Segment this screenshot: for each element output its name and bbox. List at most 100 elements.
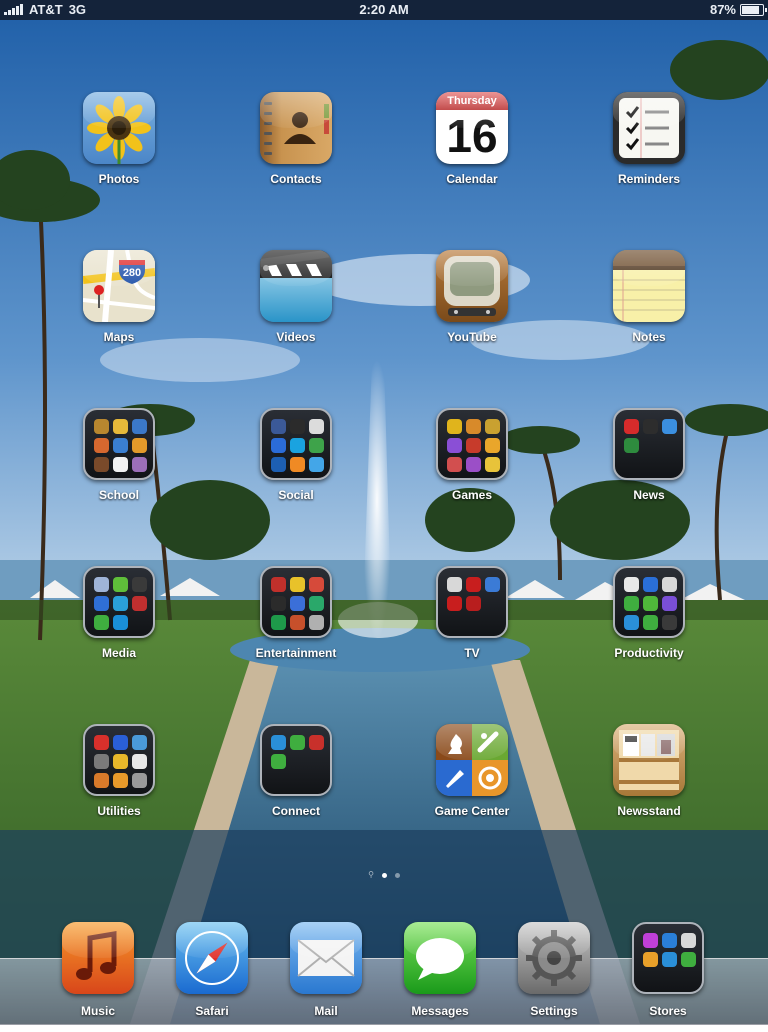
- app-reminders[interactable]: Reminders: [589, 92, 709, 202]
- folder-mini-app-icon: [271, 457, 286, 472]
- dock-label: Messages: [411, 1004, 469, 1018]
- folder-mini-app-icon: [290, 457, 305, 472]
- dock-safari[interactable]: Safari: [152, 922, 272, 1032]
- app-photos[interactable]: Photos: [59, 92, 179, 202]
- folder-label: News: [633, 488, 665, 502]
- app-videos[interactable]: Videos: [236, 250, 356, 360]
- folder-mini-app-icon: [447, 596, 462, 611]
- mail-icon: [290, 922, 362, 994]
- folder-mini-app-icon: [466, 419, 481, 434]
- battery-icon: [740, 3, 767, 16]
- folder-mini-app-icon: [662, 615, 677, 630]
- folder-mini-app-icon: [132, 735, 147, 750]
- dock-mail[interactable]: Mail: [266, 922, 386, 1032]
- contacts-icon: [260, 92, 332, 164]
- folder-mini-app-icon: [132, 596, 147, 611]
- app-notes[interactable]: Notes: [589, 250, 709, 360]
- folder-mini-app-icon: [447, 457, 462, 472]
- folder-mini-app-icon: [290, 735, 305, 750]
- folder-news[interactable]: News: [589, 408, 709, 518]
- calendar-weekday: Thursday: [436, 92, 508, 110]
- app-label: Game Center: [434, 804, 510, 818]
- app-label: Calendar: [446, 172, 498, 186]
- folder-mini-app-icon: [113, 438, 128, 453]
- reminders-icon: [613, 92, 685, 164]
- status-bar: AT&T 3G 2:20 AM 87%: [0, 0, 768, 20]
- folder-mini-app-icon: [271, 596, 286, 611]
- spotlight-search-icon[interactable]: ⚲: [368, 871, 374, 879]
- app-label: Newsstand: [617, 804, 681, 818]
- folder-mini-app-icon: [290, 615, 305, 630]
- folder-mini-app-icon: [662, 933, 677, 948]
- folder-mini-app-icon: [271, 754, 286, 769]
- folder-utilities[interactable]: Utilities: [59, 724, 179, 834]
- folder-label: School: [98, 488, 139, 502]
- battery-percentage: 87%: [709, 2, 736, 17]
- folder-mini-app-icon: [643, 596, 658, 611]
- folder-mini-app-icon: [662, 596, 677, 611]
- music-icon: [62, 922, 134, 994]
- app-label: Photos: [98, 172, 140, 186]
- dock-folder-stores[interactable]: Stores: [608, 922, 728, 1032]
- folder-mini-app-icon: [662, 577, 677, 592]
- folder-mini-app-icon: [624, 577, 639, 592]
- folder-label: Connect: [272, 804, 320, 818]
- folder-label: Games: [451, 488, 493, 502]
- folder-label: Social: [278, 488, 314, 502]
- dock-label: Safari: [195, 1004, 229, 1018]
- folder-mini-app-icon: [113, 419, 128, 434]
- app-youtube[interactable]: YouTube: [412, 250, 532, 360]
- folder-icon: [260, 724, 332, 796]
- folder-mini-app-icon: [113, 615, 128, 630]
- calendar-icon: Thursday 16: [436, 92, 508, 164]
- folder-mini-app-icon: [485, 438, 500, 453]
- app-calendar[interactable]: Thursday 16 Calendar: [412, 92, 532, 202]
- app-label: YouTube: [447, 330, 497, 344]
- safari-icon: [176, 922, 248, 994]
- app-newsstand[interactable]: Newsstand: [589, 724, 709, 834]
- folder-mini-app-icon: [681, 933, 696, 948]
- folder-connect[interactable]: Connect: [236, 724, 356, 834]
- folder-mini-app-icon: [643, 577, 658, 592]
- folder-productivity[interactable]: Productivity: [589, 566, 709, 676]
- page-indicator[interactable]: ⚲: [0, 871, 768, 879]
- folder-school[interactable]: School: [59, 408, 179, 518]
- messages-icon: [404, 922, 476, 994]
- dock-settings[interactable]: Settings: [494, 922, 614, 1032]
- folder-media[interactable]: Media: [59, 566, 179, 676]
- app-contacts[interactable]: Contacts: [236, 92, 356, 202]
- dock-messages[interactable]: Messages: [380, 922, 500, 1032]
- dock-label: Settings: [530, 1004, 578, 1018]
- folder-mini-app-icon: [643, 615, 658, 630]
- folder-mini-app-icon: [466, 596, 481, 611]
- folder-mini-app-icon: [466, 457, 481, 472]
- folder-mini-app-icon: [94, 577, 109, 592]
- folder-mini-app-icon: [624, 419, 639, 434]
- folder-entertainment[interactable]: Entertainment: [236, 566, 356, 676]
- folder-icon: [613, 408, 685, 480]
- folder-social[interactable]: Social: [236, 408, 356, 518]
- app-label: Maps: [103, 330, 135, 344]
- page-dot[interactable]: [394, 872, 400, 878]
- folder-mini-app-icon: [290, 438, 305, 453]
- folder-mini-app-icon: [271, 419, 286, 434]
- folder-mini-app-icon: [113, 754, 128, 769]
- dock-music[interactable]: Music: [38, 922, 158, 1032]
- folder-label: Entertainment: [255, 646, 337, 660]
- folder-mini-app-icon: [662, 952, 677, 967]
- battery-fill: [742, 5, 760, 14]
- app-game-center[interactable]: Game Center: [412, 724, 532, 834]
- folder-mini-app-icon: [271, 735, 286, 750]
- page-dot-current[interactable]: [381, 872, 387, 878]
- folder-mini-app-icon: [485, 577, 500, 592]
- folder-mini-app-icon: [309, 596, 324, 611]
- folder-games[interactable]: Games: [412, 408, 532, 518]
- folder-mini-app-icon: [681, 952, 696, 967]
- app-maps[interactable]: 280 Maps: [59, 250, 179, 360]
- folder-mini-app-icon: [485, 419, 500, 434]
- folder-mini-app-icon: [271, 577, 286, 592]
- folder-tv[interactable]: TV: [412, 566, 532, 676]
- folder-icon: [613, 566, 685, 638]
- folder-mini-app-icon: [624, 438, 639, 453]
- game-center-icon: [436, 724, 508, 796]
